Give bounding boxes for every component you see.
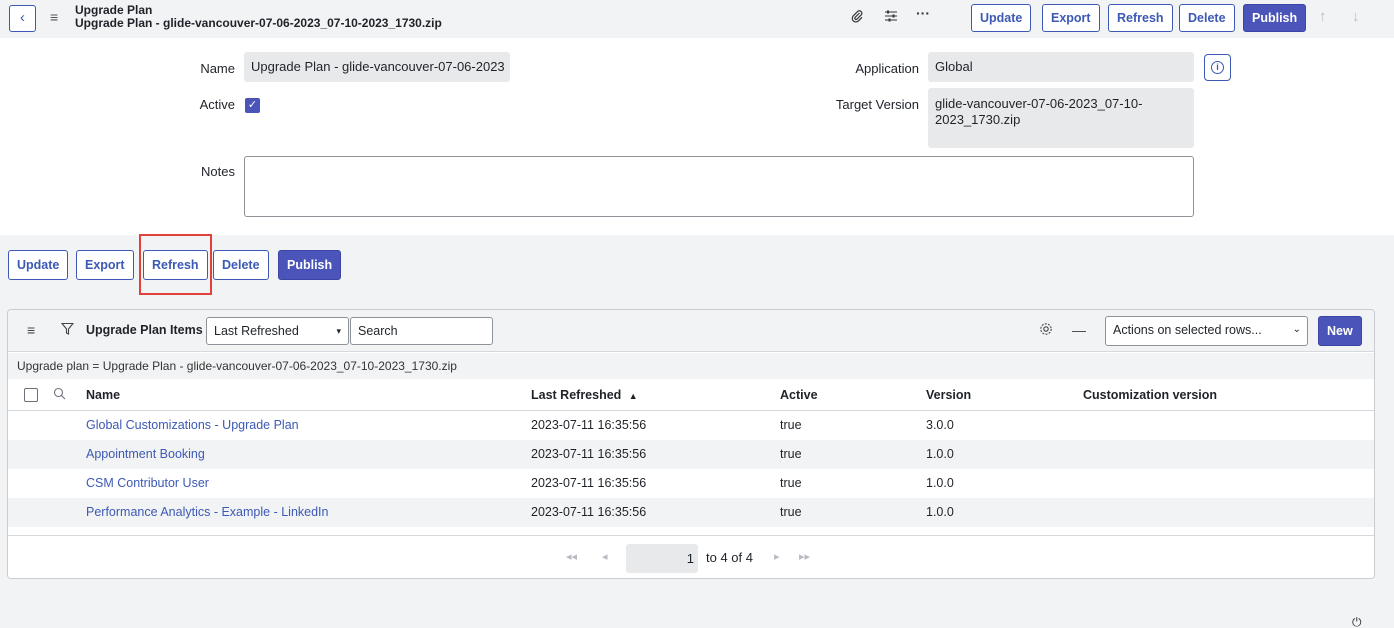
target-version-line1: glide-vancouver-07-06-2023_07-10- (935, 96, 1143, 111)
notes-label: Notes (201, 164, 235, 179)
collapse-icon[interactable]: — (1072, 322, 1086, 338)
notes-field[interactable] (244, 156, 1194, 217)
filter-icon[interactable] (60, 322, 75, 338)
row-last-refreshed: 2023-07-11 16:35:56 (531, 505, 647, 519)
target-version-line2: 2023_1730.zip (935, 112, 1021, 127)
paperclip-icon[interactable] (850, 9, 864, 26)
row-active: true (780, 447, 802, 461)
header-delete-button[interactable]: Delete (1179, 4, 1235, 32)
list-title: Upgrade Plan Items (86, 323, 203, 337)
active-label: Active (199, 97, 235, 112)
name-label: Name (200, 61, 235, 76)
header-publish-button[interactable]: Publish (1243, 4, 1307, 32)
table-row: CSM Contributor User 2023-07-11 16:35:56… (8, 469, 1374, 498)
row-active: true (780, 418, 802, 432)
row-last-refreshed: 2023-07-11 16:35:56 (531, 447, 647, 461)
application-field[interactable]: Global (928, 52, 1194, 82)
pagination: ◂◂ ◂ 1 to 4 of 4 ▸ ▸▸ (8, 535, 1374, 578)
page-number-input[interactable]: 1 (626, 544, 698, 573)
application-label: Application (855, 61, 919, 76)
delete-button[interactable]: Delete (213, 250, 269, 280)
arrow-down-icon[interactable]: ↓ (1352, 8, 1360, 25)
row-last-refreshed: 2023-07-11 16:35:56 (531, 418, 647, 432)
actions-select-value: Actions on selected rows... (1113, 323, 1262, 337)
related-list: ≡ Upgrade Plan Items Last Refreshed ▾ Se… (7, 309, 1375, 579)
chevron-down-icon: ⌄ (1292, 324, 1301, 335)
hamburger-icon[interactable]: ≡ (50, 9, 58, 25)
header-refresh-button[interactable]: Refresh (1108, 4, 1173, 32)
row-version: 3.0.0 (926, 418, 954, 432)
sort-ascending-icon: ▲ (628, 391, 638, 401)
column-header-name[interactable]: Name (86, 388, 120, 402)
target-version-field: glide-vancouver-07-06-2023_07-10- 2023_1… (928, 88, 1194, 148)
column-header-last-refreshed-label: Last Refreshed (531, 388, 622, 402)
column-header-customization-version[interactable]: Customization version (1083, 388, 1217, 402)
row-name-link[interactable]: Performance Analytics - Example - Linked… (86, 505, 328, 519)
row-active: true (780, 505, 802, 519)
row-last-refreshed: 2023-07-11 16:35:56 (531, 476, 647, 490)
column-header-active[interactable]: Active (780, 388, 818, 402)
list-menu-icon[interactable]: ≡ (27, 322, 35, 338)
column-search-icon[interactable] (53, 387, 66, 403)
header-export-button[interactable]: Export (1042, 4, 1100, 32)
actions-select[interactable]: Actions on selected rows... ⌄ (1105, 316, 1308, 346)
form-header: ‹ ≡ Upgrade Plan Upgrade Plan - glide-va… (0, 0, 1394, 38)
sliders-icon[interactable] (884, 9, 898, 26)
next-page-icon[interactable]: ▸ (774, 550, 780, 563)
name-field[interactable]: Upgrade Plan - glide-vancouver-07-06-202… (244, 52, 510, 82)
previous-page-icon[interactable]: ◂ (602, 550, 608, 563)
more-icon[interactable]: ··· (916, 5, 930, 21)
checkmark-icon: ✓ (247, 99, 258, 111)
caret-down-icon: ▾ (336, 326, 341, 336)
back-button[interactable]: ‹ (9, 5, 36, 32)
gear-icon[interactable] (1039, 322, 1053, 339)
page-range-text: to 4 of 4 (706, 550, 753, 565)
row-version: 1.0.0 (926, 505, 954, 519)
refresh-highlight-box (139, 234, 212, 295)
sort-select-value: Last Refreshed (214, 324, 299, 338)
row-name-link[interactable]: CSM Contributor User (86, 476, 209, 490)
new-button[interactable]: New (1318, 316, 1362, 346)
export-button[interactable]: Export (76, 250, 134, 280)
table-row: Global Customizations - Upgrade Plan 202… (8, 411, 1374, 440)
chevron-left-icon: ‹ (20, 9, 25, 26)
column-header-version[interactable]: Version (926, 388, 971, 402)
row-name-link[interactable]: Appointment Booking (86, 447, 205, 461)
info-button[interactable]: i (1204, 54, 1231, 81)
row-version: 1.0.0 (926, 476, 954, 490)
search-input[interactable]: Search (350, 317, 493, 345)
arrow-up-icon[interactable]: ↑ (1319, 8, 1327, 25)
target-version-label: Target Version (835, 97, 919, 112)
last-page-icon[interactable]: ▸▸ (799, 550, 810, 563)
update-button[interactable]: Update (8, 250, 69, 280)
first-page-icon[interactable]: ◂◂ (566, 550, 577, 563)
filter-breadcrumb[interactable]: Upgrade plan = Upgrade Plan - glide-vanc… (8, 353, 1374, 379)
table-row: Performance Analytics - Example - Linked… (8, 498, 1374, 527)
table-row: Appointment Booking 2023-07-11 16:35:56 … (8, 440, 1374, 469)
publish-button[interactable]: Publish (278, 250, 342, 280)
info-icon: i (1211, 61, 1224, 74)
table-header: Name Last Refreshed ▲ Active Version Cus… (8, 380, 1374, 411)
power-icon[interactable]: ⏻ (1352, 615, 1362, 628)
select-all-checkbox[interactable] (24, 388, 38, 402)
column-header-last-refreshed[interactable]: Last Refreshed ▲ (531, 388, 638, 402)
row-active: true (780, 476, 802, 490)
active-checkbox[interactable]: ✓ (245, 98, 260, 113)
header-update-button[interactable]: Update (971, 4, 1032, 32)
list-toolbar: ≡ Upgrade Plan Items Last Refreshed ▾ Se… (8, 310, 1374, 352)
row-name-link[interactable]: Global Customizations - Upgrade Plan (86, 418, 299, 432)
row-version: 1.0.0 (926, 447, 954, 461)
sort-select[interactable]: Last Refreshed ▾ (206, 317, 349, 345)
page-title-line2: Upgrade Plan - glide-vancouver-07-06-202… (75, 16, 442, 30)
page-title: Upgrade Plan Upgrade Plan - glide-vancou… (75, 4, 442, 30)
record-form: Name Upgrade Plan - glide-vancouver-07-0… (0, 38, 1394, 235)
